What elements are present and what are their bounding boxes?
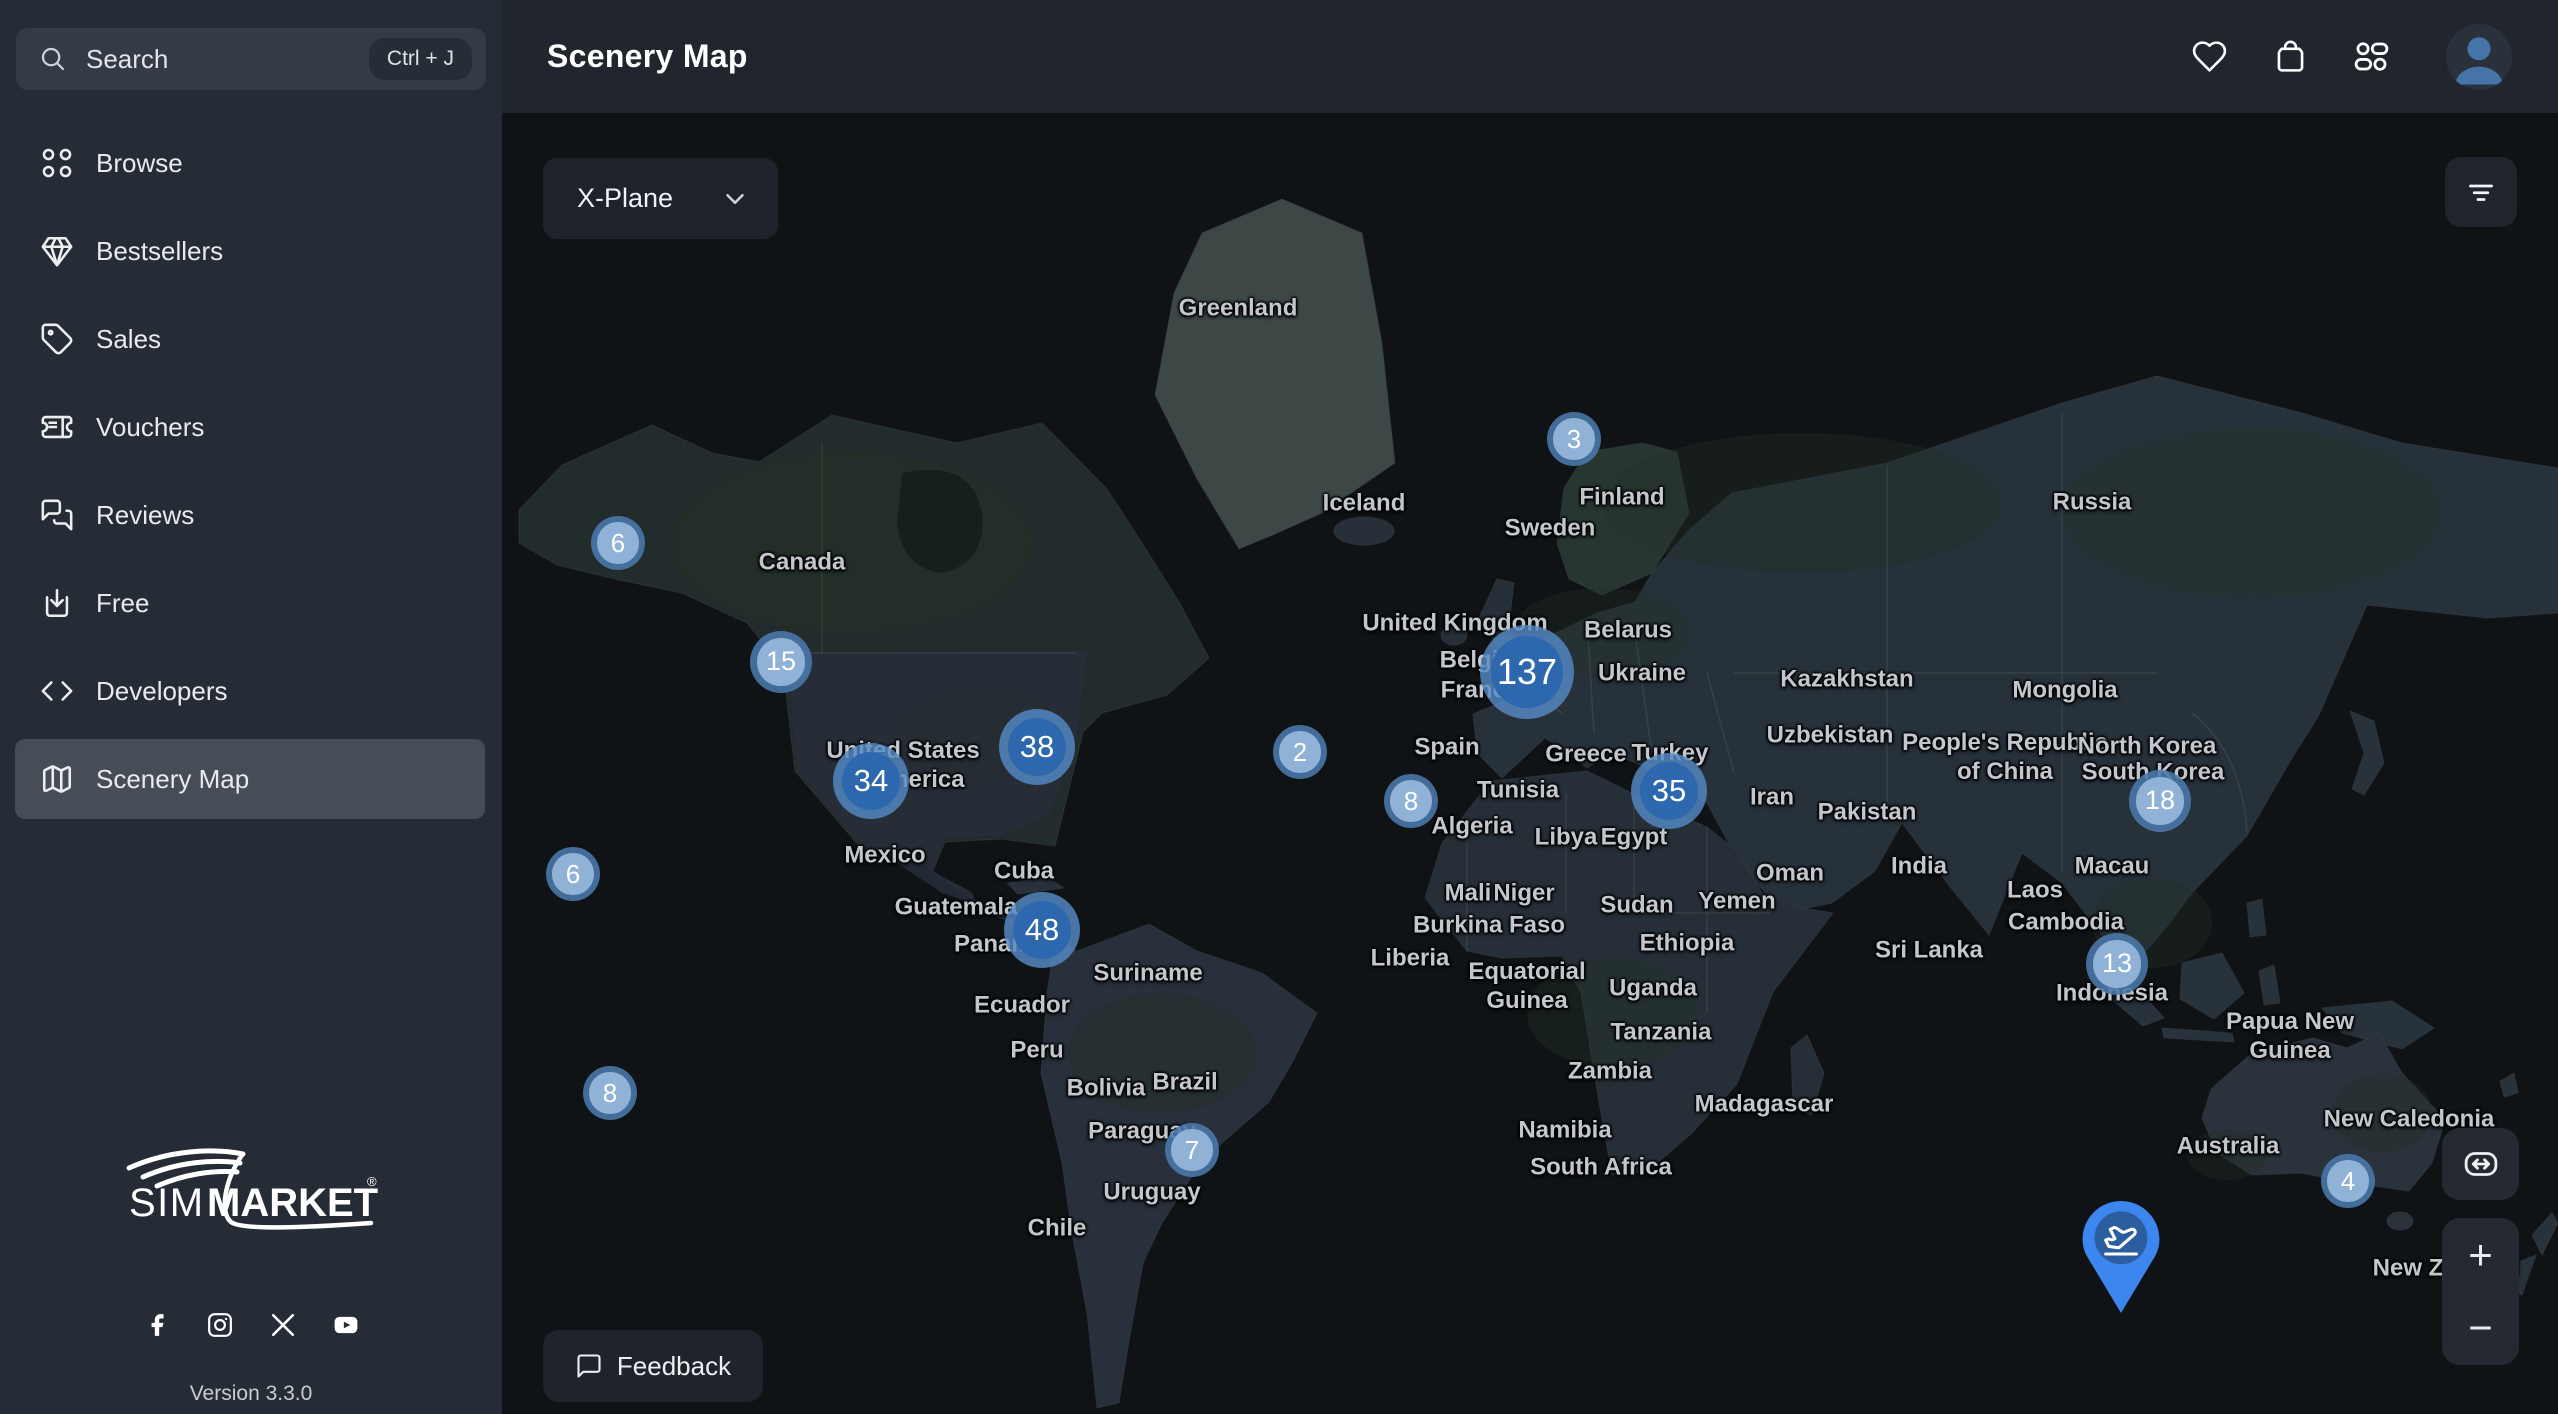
simulator-filter-dropdown[interactable]: X-Plane bbox=[543, 158, 778, 239]
simmarket-logo: SIM MARKET ® bbox=[121, 1146, 381, 1238]
topbar: Scenery Map bbox=[502, 0, 2558, 113]
page-title: Scenery Map bbox=[547, 38, 748, 75]
sidebar-item-reviews[interactable]: Reviews bbox=[0, 471, 502, 559]
grid-circles-icon bbox=[40, 146, 74, 180]
sidebar-item-label: Scenery Map bbox=[96, 764, 249, 795]
instagram-icon[interactable] bbox=[207, 1312, 233, 1338]
sidebar-item-label: Vouchers bbox=[96, 412, 204, 443]
sidebar-item-browse[interactable]: Browse bbox=[0, 119, 502, 207]
search-shortcut-badge: Ctrl + J bbox=[369, 38, 472, 80]
shopping-bag-icon[interactable] bbox=[2272, 38, 2309, 75]
tag-icon bbox=[40, 322, 74, 356]
gem-icon bbox=[40, 234, 74, 268]
social-links bbox=[0, 1312, 502, 1338]
cluster-marker[interactable]: 137 bbox=[1480, 625, 1574, 719]
sidebar-item-vouchers[interactable]: Vouchers bbox=[0, 383, 502, 471]
x-twitter-icon[interactable] bbox=[270, 1312, 296, 1338]
map-icon bbox=[40, 762, 74, 796]
cluster-marker[interactable]: 4 bbox=[2321, 1154, 2375, 1208]
sidebar-item-label: Sales bbox=[96, 324, 161, 355]
cluster-marker[interactable]: 6 bbox=[591, 516, 645, 570]
feedback-chat-icon bbox=[575, 1352, 603, 1380]
fit-bounds-button[interactable] bbox=[2442, 1128, 2519, 1200]
zoom-out-button[interactable]: − bbox=[2442, 1292, 2519, 1366]
cluster-marker[interactable]: 6 bbox=[546, 847, 600, 901]
chat-icon bbox=[40, 498, 74, 532]
wishlist-heart-icon[interactable] bbox=[2191, 38, 2228, 75]
cluster-marker[interactable]: 8 bbox=[1384, 774, 1438, 828]
chevron-down-icon bbox=[720, 184, 750, 214]
svg-text:®: ® bbox=[367, 1174, 377, 1189]
sidebar: Search Ctrl + J Browse Bestsellers Sales… bbox=[0, 0, 502, 1414]
filter-icon bbox=[2463, 174, 2499, 210]
sidebar-item-developers[interactable]: Developers bbox=[0, 647, 502, 735]
cluster-marker[interactable]: 34 bbox=[833, 743, 909, 819]
sidebar-item-free[interactable]: Free bbox=[0, 559, 502, 647]
sidebar-nav: Browse Bestsellers Sales Vouchers Review… bbox=[0, 119, 502, 823]
sidebar-item-bestsellers[interactable]: Bestsellers bbox=[0, 207, 502, 295]
cluster-marker[interactable]: 13 bbox=[2086, 933, 2148, 995]
user-avatar[interactable] bbox=[2446, 24, 2512, 90]
cluster-marker[interactable]: 15 bbox=[750, 631, 812, 693]
download-icon bbox=[40, 586, 74, 620]
zoom-controls: + − bbox=[2442, 1218, 2519, 1365]
facebook-icon[interactable] bbox=[144, 1312, 170, 1338]
sidebar-item-label: Reviews bbox=[96, 500, 194, 531]
sidebar-item-label: Developers bbox=[96, 676, 228, 707]
plane-takeoff-pin[interactable] bbox=[2082, 1201, 2160, 1313]
map-filter-button[interactable] bbox=[2445, 157, 2517, 227]
cluster-marker[interactable]: 8 bbox=[583, 1066, 637, 1120]
sidebar-item-label: Browse bbox=[96, 148, 183, 179]
cluster-marker[interactable]: 3 bbox=[1547, 412, 1601, 466]
preferences-toggles-icon[interactable] bbox=[2353, 38, 2390, 75]
simulator-filter-value: X-Plane bbox=[577, 183, 720, 214]
search-placeholder: Search bbox=[86, 44, 369, 75]
code-icon bbox=[40, 674, 74, 708]
cluster-marker[interactable]: 7 bbox=[1165, 1123, 1219, 1177]
search-icon bbox=[38, 44, 68, 74]
world-map-graphic bbox=[502, 113, 2558, 1414]
cluster-marker[interactable]: 18 bbox=[2129, 770, 2191, 832]
cluster-marker[interactable]: 35 bbox=[1631, 753, 1707, 829]
sidebar-item-label: Bestsellers bbox=[96, 236, 223, 267]
fit-width-icon bbox=[2460, 1143, 2502, 1185]
sidebar-item-label: Free bbox=[96, 588, 149, 619]
svg-text:MARKET: MARKET bbox=[207, 1181, 378, 1225]
app-window: Search Ctrl + J Browse Bestsellers Sales… bbox=[0, 0, 2558, 1414]
cluster-marker[interactable]: 2 bbox=[1273, 725, 1327, 779]
zoom-in-button[interactable]: + bbox=[2442, 1218, 2519, 1292]
map-canvas[interactable]: GreenlandIcelandCanadaRussiaFinlandSwede… bbox=[502, 113, 2558, 1414]
version-label: Version 3.3.0 bbox=[0, 1382, 502, 1406]
cluster-marker[interactable]: 48 bbox=[1004, 892, 1080, 968]
youtube-icon[interactable] bbox=[333, 1312, 359, 1338]
feedback-button[interactable]: Feedback bbox=[543, 1330, 763, 1402]
feedback-label: Feedback bbox=[617, 1351, 731, 1382]
svg-text:SIM: SIM bbox=[129, 1181, 205, 1225]
sidebar-item-scenery-map[interactable]: Scenery Map bbox=[0, 735, 502, 823]
cluster-marker[interactable]: 38 bbox=[999, 709, 1075, 785]
search-input[interactable]: Search Ctrl + J bbox=[16, 28, 486, 90]
sidebar-item-sales[interactable]: Sales bbox=[0, 295, 502, 383]
ticket-icon bbox=[40, 410, 74, 444]
